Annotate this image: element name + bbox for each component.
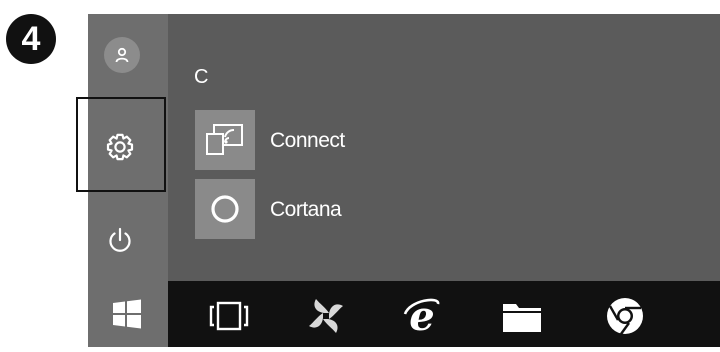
- internet-explorer-button[interactable]: e: [400, 294, 444, 338]
- pinwheel-app-button[interactable]: [304, 294, 348, 338]
- task-view-icon: [209, 301, 249, 331]
- cortana-circle-icon: [211, 195, 239, 223]
- windows-logo-icon: [113, 299, 141, 329]
- chrome-icon: [607, 298, 643, 335]
- power-icon: [109, 227, 131, 252]
- folder-icon: [503, 304, 541, 332]
- chrome-button[interactable]: [603, 294, 647, 338]
- pinwheel-icon: [309, 299, 343, 333]
- user-account-button[interactable]: [104, 37, 140, 73]
- settings-highlight-box: [76, 97, 166, 192]
- cast-icon: [206, 124, 243, 155]
- power-button[interactable]: [102, 222, 138, 258]
- app-label-connect[interactable]: Connect: [270, 129, 345, 153]
- app-tile-connect[interactable]: [195, 110, 255, 170]
- step-number-badge: 4: [6, 14, 56, 64]
- app-tile-cortana[interactable]: [195, 179, 255, 239]
- app-label-cortana[interactable]: Cortana: [270, 198, 342, 222]
- file-explorer-button[interactable]: [500, 294, 544, 338]
- user-icon: [115, 47, 129, 63]
- task-view-button[interactable]: [207, 294, 251, 338]
- app-list-section-letter: C: [194, 66, 209, 88]
- start-button[interactable]: [88, 281, 168, 347]
- ie-icon: e: [403, 294, 440, 338]
